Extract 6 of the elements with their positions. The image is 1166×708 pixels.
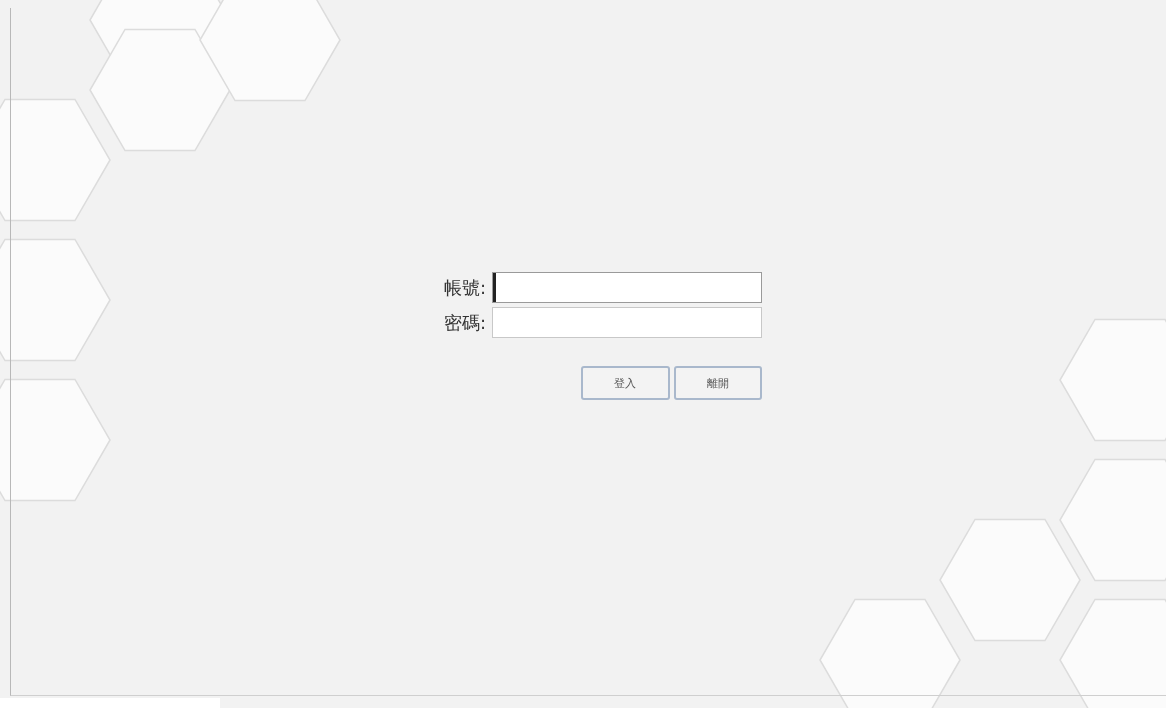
password-field[interactable]: [492, 307, 762, 338]
account-field[interactable]: [492, 272, 762, 303]
login-button[interactable]: 登入: [581, 366, 670, 400]
field-label: 密碼:: [442, 310, 486, 335]
exit-button[interactable]: 離開: [673, 366, 762, 400]
field-label: 帳號:: [442, 275, 486, 300]
